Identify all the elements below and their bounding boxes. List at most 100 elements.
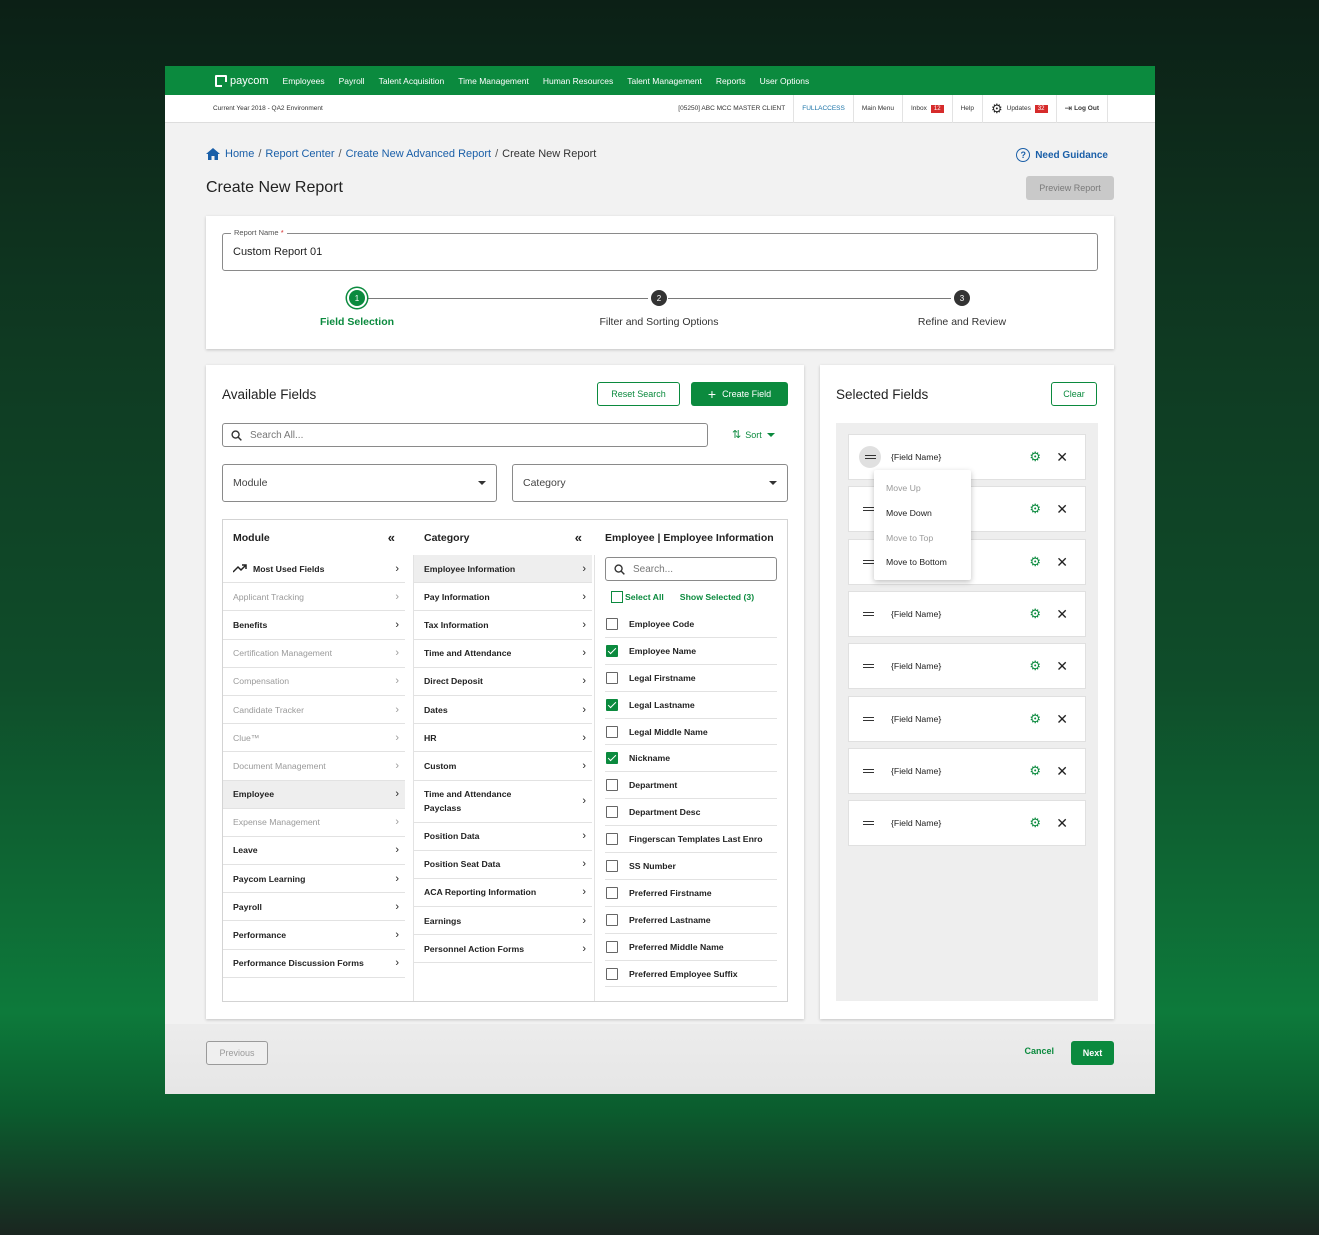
breadcrumb-report-center[interactable]: Report Center xyxy=(265,148,334,160)
category-item[interactable]: Pay Information › xyxy=(414,583,592,612)
module-item[interactable]: Employee › xyxy=(223,780,405,809)
module-item[interactable]: Payroll › xyxy=(223,893,405,922)
field-checkbox[interactable] xyxy=(606,644,618,657)
field-item[interactable]: Legal Firstname xyxy=(605,665,777,692)
category-item[interactable]: Earnings › xyxy=(414,907,592,936)
module-item[interactable]: Expense Management › xyxy=(223,809,405,837)
drag-handle-icon[interactable] xyxy=(859,446,881,468)
drag-handle-icon[interactable] xyxy=(863,659,877,673)
category-item[interactable]: Time and Attendance Payclass › xyxy=(414,781,592,823)
category-item[interactable]: Dates › xyxy=(414,696,592,725)
category-select[interactable]: Category xyxy=(512,464,788,502)
menu-move-down[interactable]: Move Down xyxy=(874,501,971,526)
clear-button[interactable]: Clear xyxy=(1051,382,1097,406)
close-icon[interactable]: ✕ xyxy=(1056,711,1068,728)
field-checkbox[interactable] xyxy=(606,806,618,819)
field-item[interactable]: Department xyxy=(605,772,777,800)
field-item[interactable]: Fingerscan Templates Last Enro xyxy=(605,826,777,854)
field-item[interactable]: Preferred Firstname xyxy=(605,880,777,907)
gear-icon[interactable]: ⚙ xyxy=(1029,449,1041,465)
close-icon[interactable]: ✕ xyxy=(1056,449,1068,466)
field-item[interactable]: Department Desc xyxy=(605,799,777,827)
nav-time-management[interactable]: Time Management xyxy=(458,76,529,86)
field-checkbox[interactable] xyxy=(606,967,618,980)
category-item[interactable]: Time and Attendance › xyxy=(414,640,592,668)
previous-button[interactable]: Previous xyxy=(206,1041,268,1065)
select-all-checkbox[interactable] xyxy=(611,591,623,603)
nav-employees[interactable]: Employees xyxy=(283,76,325,86)
home-icon[interactable] xyxy=(206,148,220,160)
drag-handle-icon[interactable] xyxy=(863,816,877,830)
gear-icon[interactable]: ⚙ xyxy=(1029,711,1041,727)
category-item[interactable]: Personnel Action Forms › xyxy=(414,935,592,964)
field-checkbox[interactable] xyxy=(606,617,618,630)
nav-human-resources[interactable]: Human Resources xyxy=(543,76,613,86)
menu-move-to-bottom[interactable]: Move to Bottom xyxy=(874,550,971,575)
gear-icon[interactable]: ⚙ xyxy=(1029,763,1041,779)
next-button[interactable]: Next xyxy=(1071,1041,1114,1065)
close-icon[interactable]: ✕ xyxy=(1056,658,1068,675)
module-item[interactable]: Applicant Tracking › xyxy=(223,583,405,612)
main-menu-link[interactable]: Main Menu xyxy=(852,94,902,123)
category-item[interactable]: Direct Deposit › xyxy=(414,668,592,696)
fields-search-input[interactable]: Search... xyxy=(605,557,777,581)
module-item[interactable]: Performance › xyxy=(223,921,405,950)
updates-link[interactable]: ⚙ Updates 32 xyxy=(981,94,1056,123)
nav-talent-acquisition[interactable]: Talent Acquisition xyxy=(379,76,445,86)
report-name-field[interactable]: Report Name * Custom Report 01 xyxy=(222,228,1098,271)
close-icon[interactable]: ✕ xyxy=(1056,554,1068,571)
gear-icon[interactable]: ⚙ xyxy=(1029,501,1041,517)
field-checkbox[interactable] xyxy=(606,886,618,899)
module-item[interactable]: Certification Management › xyxy=(223,640,405,668)
module-item[interactable]: Performance Discussion Forms › xyxy=(223,950,405,978)
field-checkbox[interactable] xyxy=(606,859,618,872)
gear-icon[interactable]: ⚙ xyxy=(1029,815,1041,831)
nav-payroll[interactable]: Payroll xyxy=(339,76,365,86)
field-checkbox[interactable] xyxy=(606,671,618,684)
need-guidance-link[interactable]: ? Need Guidance xyxy=(1016,148,1108,162)
sort-button[interactable]: ⇅ Sort xyxy=(732,428,775,441)
logout-link[interactable]: ⇥ Log Out xyxy=(1055,94,1108,123)
category-item[interactable]: Employee Information › xyxy=(414,555,592,584)
step-filter-sorting[interactable]: 2 Filter and Sorting Options xyxy=(559,290,759,328)
access-link[interactable]: FULLACCESS xyxy=(793,94,853,123)
module-item[interactable]: Most Used Fields › xyxy=(223,555,405,584)
field-checkbox[interactable] xyxy=(606,725,618,738)
module-item[interactable]: Compensation › xyxy=(223,668,405,696)
field-item[interactable]: Preferred Middle Name xyxy=(605,934,777,961)
field-item[interactable]: Employee Code xyxy=(605,611,777,638)
collapse-icon[interactable]: « xyxy=(575,530,582,545)
category-item[interactable]: HR › xyxy=(414,724,592,753)
selected-field-item[interactable]: {Field Name} ⚙ ✕ xyxy=(848,696,1086,742)
preview-report-button[interactable]: Preview Report xyxy=(1026,176,1114,200)
nav-talent-management[interactable]: Talent Management xyxy=(627,76,702,86)
close-icon[interactable]: ✕ xyxy=(1056,501,1068,518)
field-item[interactable]: Nickname xyxy=(605,745,777,773)
gear-icon[interactable]: ⚙ xyxy=(1029,554,1041,570)
selected-field-item[interactable]: {Field Name} ⚙ ✕ xyxy=(848,591,1086,637)
category-item[interactable]: ACA Reporting Information › xyxy=(414,879,592,908)
module-item[interactable]: Document Management › xyxy=(223,752,405,781)
category-item[interactable]: Custom › xyxy=(414,752,592,781)
close-icon[interactable]: ✕ xyxy=(1056,815,1068,832)
module-item[interactable]: Candidate Tracker › xyxy=(223,696,405,725)
category-item[interactable]: Position Data › xyxy=(414,823,592,851)
field-item[interactable]: Preferred Employee Suffix xyxy=(605,961,777,988)
category-item[interactable]: Position Seat Data › xyxy=(414,851,592,879)
help-link[interactable]: Help xyxy=(951,94,982,123)
drag-handle-icon[interactable] xyxy=(863,712,877,726)
field-item[interactable]: SS Number xyxy=(605,853,777,880)
field-checkbox[interactable] xyxy=(606,940,618,953)
field-checkbox[interactable] xyxy=(606,698,618,711)
paycom-logo[interactable]: paycom xyxy=(215,74,269,87)
show-selected-link[interactable]: Show Selected (3) xyxy=(680,592,754,602)
step-field-selection[interactable]: 1 Field Selection xyxy=(257,290,457,328)
nav-user-options[interactable]: User Options xyxy=(760,76,810,86)
collapse-icon[interactable]: « xyxy=(388,530,395,545)
field-item[interactable]: Legal Lastname xyxy=(605,692,777,719)
reset-search-button[interactable]: Reset Search xyxy=(597,382,680,406)
module-item[interactable]: Benefits › xyxy=(223,611,405,640)
cancel-button[interactable]: Cancel xyxy=(1024,1046,1054,1056)
module-item[interactable]: Paycom Learning › xyxy=(223,865,405,894)
select-all-link[interactable]: Select All xyxy=(625,592,664,602)
